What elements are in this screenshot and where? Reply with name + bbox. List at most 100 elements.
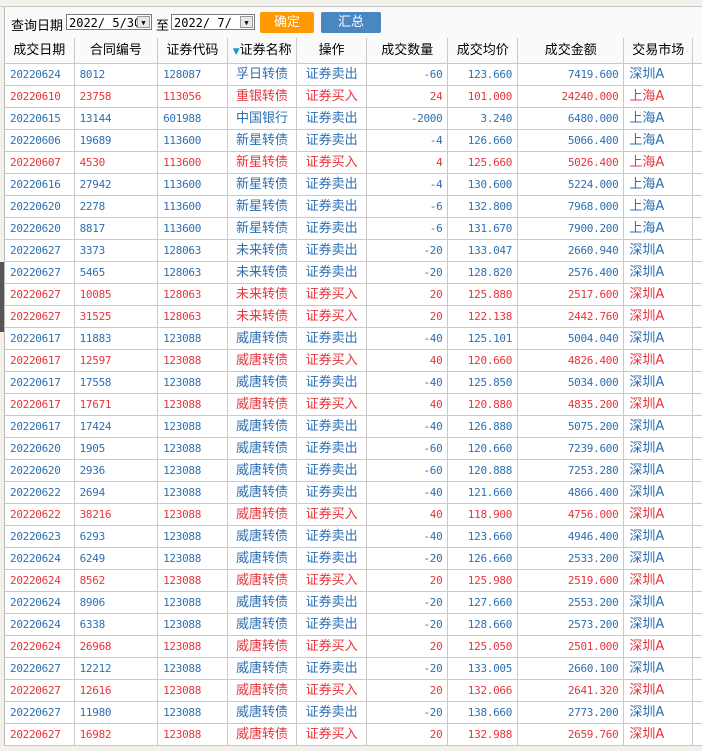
cell-market: 深圳A	[624, 680, 694, 701]
cell-amount: 5034.000	[518, 372, 625, 393]
cell-price: 125.660	[448, 152, 519, 173]
cell-name: 威唐转债	[228, 526, 298, 547]
col-header-contract[interactable]: 合同编号	[75, 38, 159, 63]
cell-market: 深圳A	[624, 64, 694, 85]
cell-name: 新星转债	[228, 196, 298, 217]
cell-quantity: 20	[367, 570, 449, 591]
table-row[interactable]: 20220620 1905 123088 威唐转债 证券卖出 -60 120.660 7239…	[5, 438, 702, 460]
table-row[interactable]: 20220627 10085 128063 未来转债 证券买入 20 125.880 2517…	[5, 284, 702, 306]
query-date-label: 查询日期	[11, 19, 64, 34]
cell-date: 20220617	[5, 328, 75, 349]
table-row[interactable]: 20220610 23758 113056 重银转债 证券买入 24 101.000 2424…	[5, 86, 702, 108]
to-date-picker[interactable]: 2022/ 7/ 1 ▼	[171, 14, 255, 30]
cell-operation: 证券卖出	[297, 240, 367, 261]
table-row[interactable]: 20220624 26968 123088 威唐转债 证券买入 20 125.050 2501…	[5, 636, 702, 658]
from-date-picker[interactable]: 2022/ 5/30 ▼	[66, 14, 152, 30]
cell-code: 123088	[158, 592, 228, 613]
cell-price: 120.880	[448, 394, 519, 415]
cell-date: 20220620	[5, 196, 75, 217]
col-header-code[interactable]: 证券代码	[158, 38, 228, 63]
table-row[interactable]: 20220624 8012 128087 孚日转债 证券卖出 -60 123.660 7419…	[5, 64, 702, 86]
cell-date: 20220627	[5, 658, 75, 679]
cell-contract: 2936	[75, 460, 159, 481]
cell-code: 123088	[158, 372, 228, 393]
table-row[interactable]: 20220627 11980 123088 威唐转债 证券卖出 -20 138.660 277…	[5, 702, 702, 724]
table-row[interactable]: 20220617 17671 123088 威唐转债 证券买入 40 120.880 4835…	[5, 394, 702, 416]
col-header-quantity[interactable]: 成交数量	[367, 38, 449, 63]
table-row[interactable]: 20220624 8906 123088 威唐转债 证券卖出 -20 127.660 2553…	[5, 592, 702, 614]
cell-quantity: -40	[367, 416, 449, 437]
table-row[interactable]: 20220620 8817 113600 新星转债 证券卖出 -6 131.670 7900.…	[5, 218, 702, 240]
col-header-name[interactable]: ▼证券名称	[228, 38, 298, 63]
cell-name: 新星转债	[228, 152, 298, 173]
table-row[interactable]: 20220617 17558 123088 威唐转债 证券卖出 -40 125.850 503…	[5, 372, 702, 394]
cell-filler	[693, 592, 702, 613]
cell-quantity: -60	[367, 64, 449, 85]
col-header-filler	[693, 38, 702, 63]
table-row[interactable]: 20220624 6249 123088 威唐转债 证券卖出 -20 126.660 2533…	[5, 548, 702, 570]
cell-market: 上海A	[624, 86, 694, 107]
cell-contract: 5465	[75, 262, 159, 283]
cell-market: 深圳A	[624, 724, 694, 745]
cell-code: 123088	[158, 548, 228, 569]
cell-amount: 2553.200	[518, 592, 625, 613]
cell-contract: 8562	[75, 570, 159, 591]
cell-date: 20220622	[5, 504, 75, 525]
table-row[interactable]: 20220627 12212 123088 威唐转债 证券卖出 -20 133.005 266…	[5, 658, 702, 680]
cell-filler	[693, 614, 702, 635]
table-row[interactable]: 20220622 38216 123088 威唐转债 证券买入 40 118.900 4756…	[5, 504, 702, 526]
table-row[interactable]: 20220624 8562 123088 威唐转债 证券买入 20 125.980 2519.…	[5, 570, 702, 592]
table-row[interactable]: 20220607 4530 113600 新星转债 证券买入 4 125.660 5026.4…	[5, 152, 702, 174]
table-row[interactable]: 20220627 3373 128063 未来转债 证券卖出 -20 133.047 2660…	[5, 240, 702, 262]
cell-quantity: 4	[367, 152, 449, 173]
cell-market: 深圳A	[624, 262, 694, 283]
cell-code: 123088	[158, 636, 228, 657]
cell-name: 威唐转债	[228, 548, 298, 569]
chevron-down-icon[interactable]: ▼	[240, 16, 253, 28]
table-row[interactable]: 20220623 6293 123088 威唐转债 证券卖出 -40 123.660 4946…	[5, 526, 702, 548]
col-header-amount[interactable]: 成交金额	[518, 38, 625, 63]
cell-date: 20220627	[5, 240, 75, 261]
table-row[interactable]: 20220620 2936 123088 威唐转债 证券卖出 -60 120.888 7253…	[5, 460, 702, 482]
cell-name: 威唐转债	[228, 702, 298, 723]
cell-market: 深圳A	[624, 306, 694, 327]
table-row[interactable]: 20220616 27942 113600 新星转债 证券卖出 -4 130.600 5224…	[5, 174, 702, 196]
summary-button[interactable]: 汇总	[321, 12, 381, 33]
cell-market: 深圳A	[624, 416, 694, 437]
table-row[interactable]: 20220627 5465 128063 未来转债 证券卖出 -20 128.820 2576…	[5, 262, 702, 284]
cell-amount: 2533.200	[518, 548, 625, 569]
col-header-market[interactable]: 交易市场	[624, 38, 694, 63]
cell-market: 深圳A	[624, 526, 694, 547]
cell-code: 128063	[158, 262, 228, 283]
table-row[interactable]: 20220606 19689 113600 新星转债 证券卖出 -4 126.660 5066…	[5, 130, 702, 152]
cell-amount: 2660.940	[518, 240, 625, 261]
confirm-button[interactable]: 确定	[260, 12, 314, 33]
table-row[interactable]: 20220620 2278 113600 新星转债 证券卖出 -6 132.800 7968.…	[5, 196, 702, 218]
chevron-down-icon[interactable]: ▼	[137, 16, 150, 28]
table-row[interactable]: 20220617 12597 123088 威唐转债 证券买入 40 120.660 4826…	[5, 350, 702, 372]
table-row[interactable]: 20220624 6338 123088 威唐转债 证券卖出 -20 128.660 2573…	[5, 614, 702, 636]
table-row[interactable]: 20220627 31525 128063 未来转债 证券买入 20 122.138 2442…	[5, 306, 702, 328]
col-header-operation[interactable]: 操作	[297, 38, 367, 63]
table-row[interactable]: 20220627 16982 123088 威唐转债 证券买入 20 132.988 2659…	[5, 724, 702, 746]
cell-filler	[693, 108, 702, 129]
cell-price: 131.670	[448, 218, 519, 239]
cell-code: 123088	[158, 702, 228, 723]
table-row[interactable]: 20220615 13144 601988 中国银行 证券卖出 -2000 3.240 648…	[5, 108, 702, 130]
cell-name: 威唐转债	[228, 658, 298, 679]
cell-quantity: 24	[367, 86, 449, 107]
to-date-value: 2022/ 7/ 1	[174, 16, 247, 30]
cell-market: 深圳A	[624, 636, 694, 657]
cell-price: 133.047	[448, 240, 519, 261]
cell-contract: 12212	[75, 658, 159, 679]
cell-price: 127.660	[448, 592, 519, 613]
cell-code: 113600	[158, 152, 228, 173]
table-row[interactable]: 20220622 2694 123088 威唐转债 证券卖出 -40 121.660 4866…	[5, 482, 702, 504]
col-header-price[interactable]: 成交均价	[448, 38, 519, 63]
table-row[interactable]: 20220617 11883 123088 威唐转债 证券卖出 -40 125.101 500…	[5, 328, 702, 350]
cell-date: 20220617	[5, 350, 75, 371]
table-row[interactable]: 20220617 17424 123088 威唐转债 证券卖出 -40 126.880 507…	[5, 416, 702, 438]
cell-contract: 8817	[75, 218, 159, 239]
col-header-date[interactable]: 成交日期	[5, 38, 75, 63]
table-row[interactable]: 20220627 12616 123088 威唐转债 证券买入 20 132.066 2641…	[5, 680, 702, 702]
